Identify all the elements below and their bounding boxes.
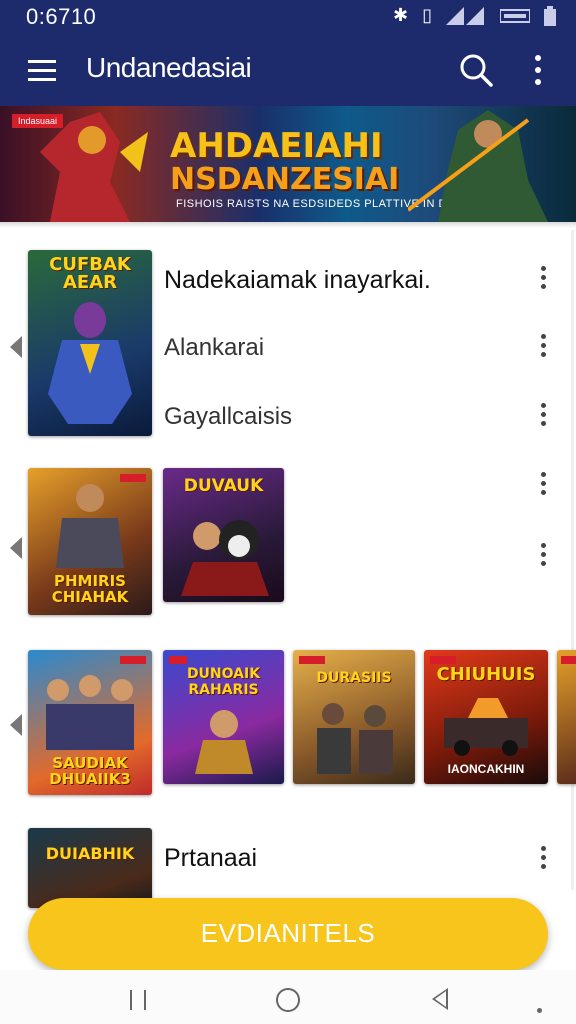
more-vertical-icon[interactable] bbox=[540, 403, 546, 427]
hero-figure-art bbox=[317, 703, 393, 774]
more-vertical-icon[interactable] bbox=[540, 543, 546, 567]
banner-hero-left-art bbox=[40, 112, 148, 222]
thumbnail-subcaption: IAONCAKHIN bbox=[447, 762, 525, 776]
hamburger-menu-icon[interactable] bbox=[26, 54, 58, 86]
thumbnail-caption: CHIUHUIS bbox=[436, 664, 536, 685]
badge bbox=[120, 656, 146, 664]
thumbnail-carousel3-3[interactable]: DURASIIS bbox=[293, 650, 415, 784]
thumbnail-row1[interactable]: CUFBAK AEAR bbox=[28, 250, 152, 436]
search-icon[interactable] bbox=[458, 52, 494, 88]
app-title: Undanedasiai bbox=[86, 52, 252, 83]
status-time: 0:6710 bbox=[26, 4, 97, 29]
badge bbox=[430, 656, 456, 664]
chevron-left-icon[interactable] bbox=[10, 714, 22, 736]
chevron-left-icon[interactable] bbox=[10, 537, 22, 559]
signal-icon bbox=[446, 6, 484, 25]
system-nav-bar bbox=[0, 970, 576, 1024]
banner-title-line2: NSDANZESIAI bbox=[170, 162, 400, 197]
row-label-gayallcaisis[interactable]: Gayallcaisis bbox=[164, 403, 292, 431]
thumbnail-caption: CUFBAK AEAR bbox=[49, 254, 131, 293]
hero-figure-art bbox=[46, 675, 134, 750]
more-vertical-icon[interactable] bbox=[526, 52, 550, 88]
more-vertical-icon[interactable] bbox=[540, 846, 546, 870]
row-title[interactable]: Nadekaiamak inayarkai. bbox=[164, 266, 431, 295]
app-bar: Undanedasiai bbox=[0, 34, 576, 106]
thumbnail-caption: DUNOAIK RAHARIS bbox=[186, 666, 261, 698]
thumbnail-carousel3-1[interactable]: SAUDIAK DHUAIIK3 bbox=[28, 650, 152, 795]
thumbnail-carousel3-2[interactable]: DUNOAIK RAHARIS bbox=[163, 650, 284, 784]
chevron-left-icon[interactable] bbox=[10, 336, 22, 358]
thumbnail-caption: DURASIIS bbox=[316, 670, 392, 686]
more-vertical-icon[interactable] bbox=[540, 334, 546, 358]
thumbnail-caption: SAUDIAK DHUAIIK3 bbox=[49, 754, 131, 788]
thumbnail-caption: DUVAUK bbox=[183, 476, 264, 496]
thumbnail-carousel3-4[interactable]: CHIUHUIS IAONCAKHIN bbox=[424, 650, 548, 784]
scrollbar[interactable] bbox=[571, 230, 574, 890]
badge bbox=[299, 656, 325, 664]
status-icons: ✱ ▯ bbox=[393, 5, 556, 26]
nav-dot-icon bbox=[537, 1008, 542, 1013]
battery-icon bbox=[544, 5, 556, 26]
badge bbox=[561, 656, 576, 664]
hero-figure-art bbox=[56, 484, 124, 568]
thumbnail-carousel3-5-partial[interactable] bbox=[557, 650, 576, 784]
row-label-alankarai[interactable]: Alankarai bbox=[164, 334, 264, 362]
banner-hero-right-art bbox=[408, 110, 548, 222]
hero-figure-art bbox=[48, 302, 132, 424]
row-title-prtanaai[interactable]: Prtanaai bbox=[164, 844, 257, 873]
thumbnail-caption: PHMIRIS CHIAHAK bbox=[51, 572, 129, 606]
banner-title-line1: AHDAEIAHI bbox=[170, 126, 383, 166]
thumbnail-caption: DUIABHIK bbox=[45, 844, 135, 863]
more-vertical-icon[interactable] bbox=[540, 266, 546, 290]
primary-action-button[interactable]: EVDIANITELS bbox=[28, 898, 548, 970]
home-icon[interactable] bbox=[276, 988, 300, 1012]
vehicle-art bbox=[444, 698, 528, 756]
banner-shadow bbox=[0, 222, 576, 228]
thumbnail-carousel2-2[interactable]: DUVAUK bbox=[163, 468, 284, 602]
badge bbox=[169, 656, 187, 664]
network-icon bbox=[500, 8, 530, 23]
hero-figure-art bbox=[195, 710, 253, 774]
promo-banner[interactable]: Indasuaai AHDAEIAHI NSDANZESIAI FISHOIS … bbox=[0, 106, 576, 222]
bluetooth-icon: ✱ bbox=[393, 5, 409, 25]
hero-figure-art bbox=[181, 520, 269, 596]
more-vertical-icon[interactable] bbox=[540, 472, 546, 496]
primary-action-label: EVDIANITELS bbox=[200, 918, 376, 948]
thumbnail-carousel2-1[interactable]: PHMIRIS CHIAHAK bbox=[28, 468, 152, 615]
status-bar: 0:6710 ✱ ▯ bbox=[0, 0, 576, 34]
banner-tag: Indasuaai bbox=[12, 114, 64, 128]
thumbnail-last-row[interactable]: DUIABHIK bbox=[28, 828, 152, 908]
recent-apps-icon[interactable] bbox=[130, 990, 146, 1010]
vibrate-icon: ▯ bbox=[422, 5, 432, 25]
